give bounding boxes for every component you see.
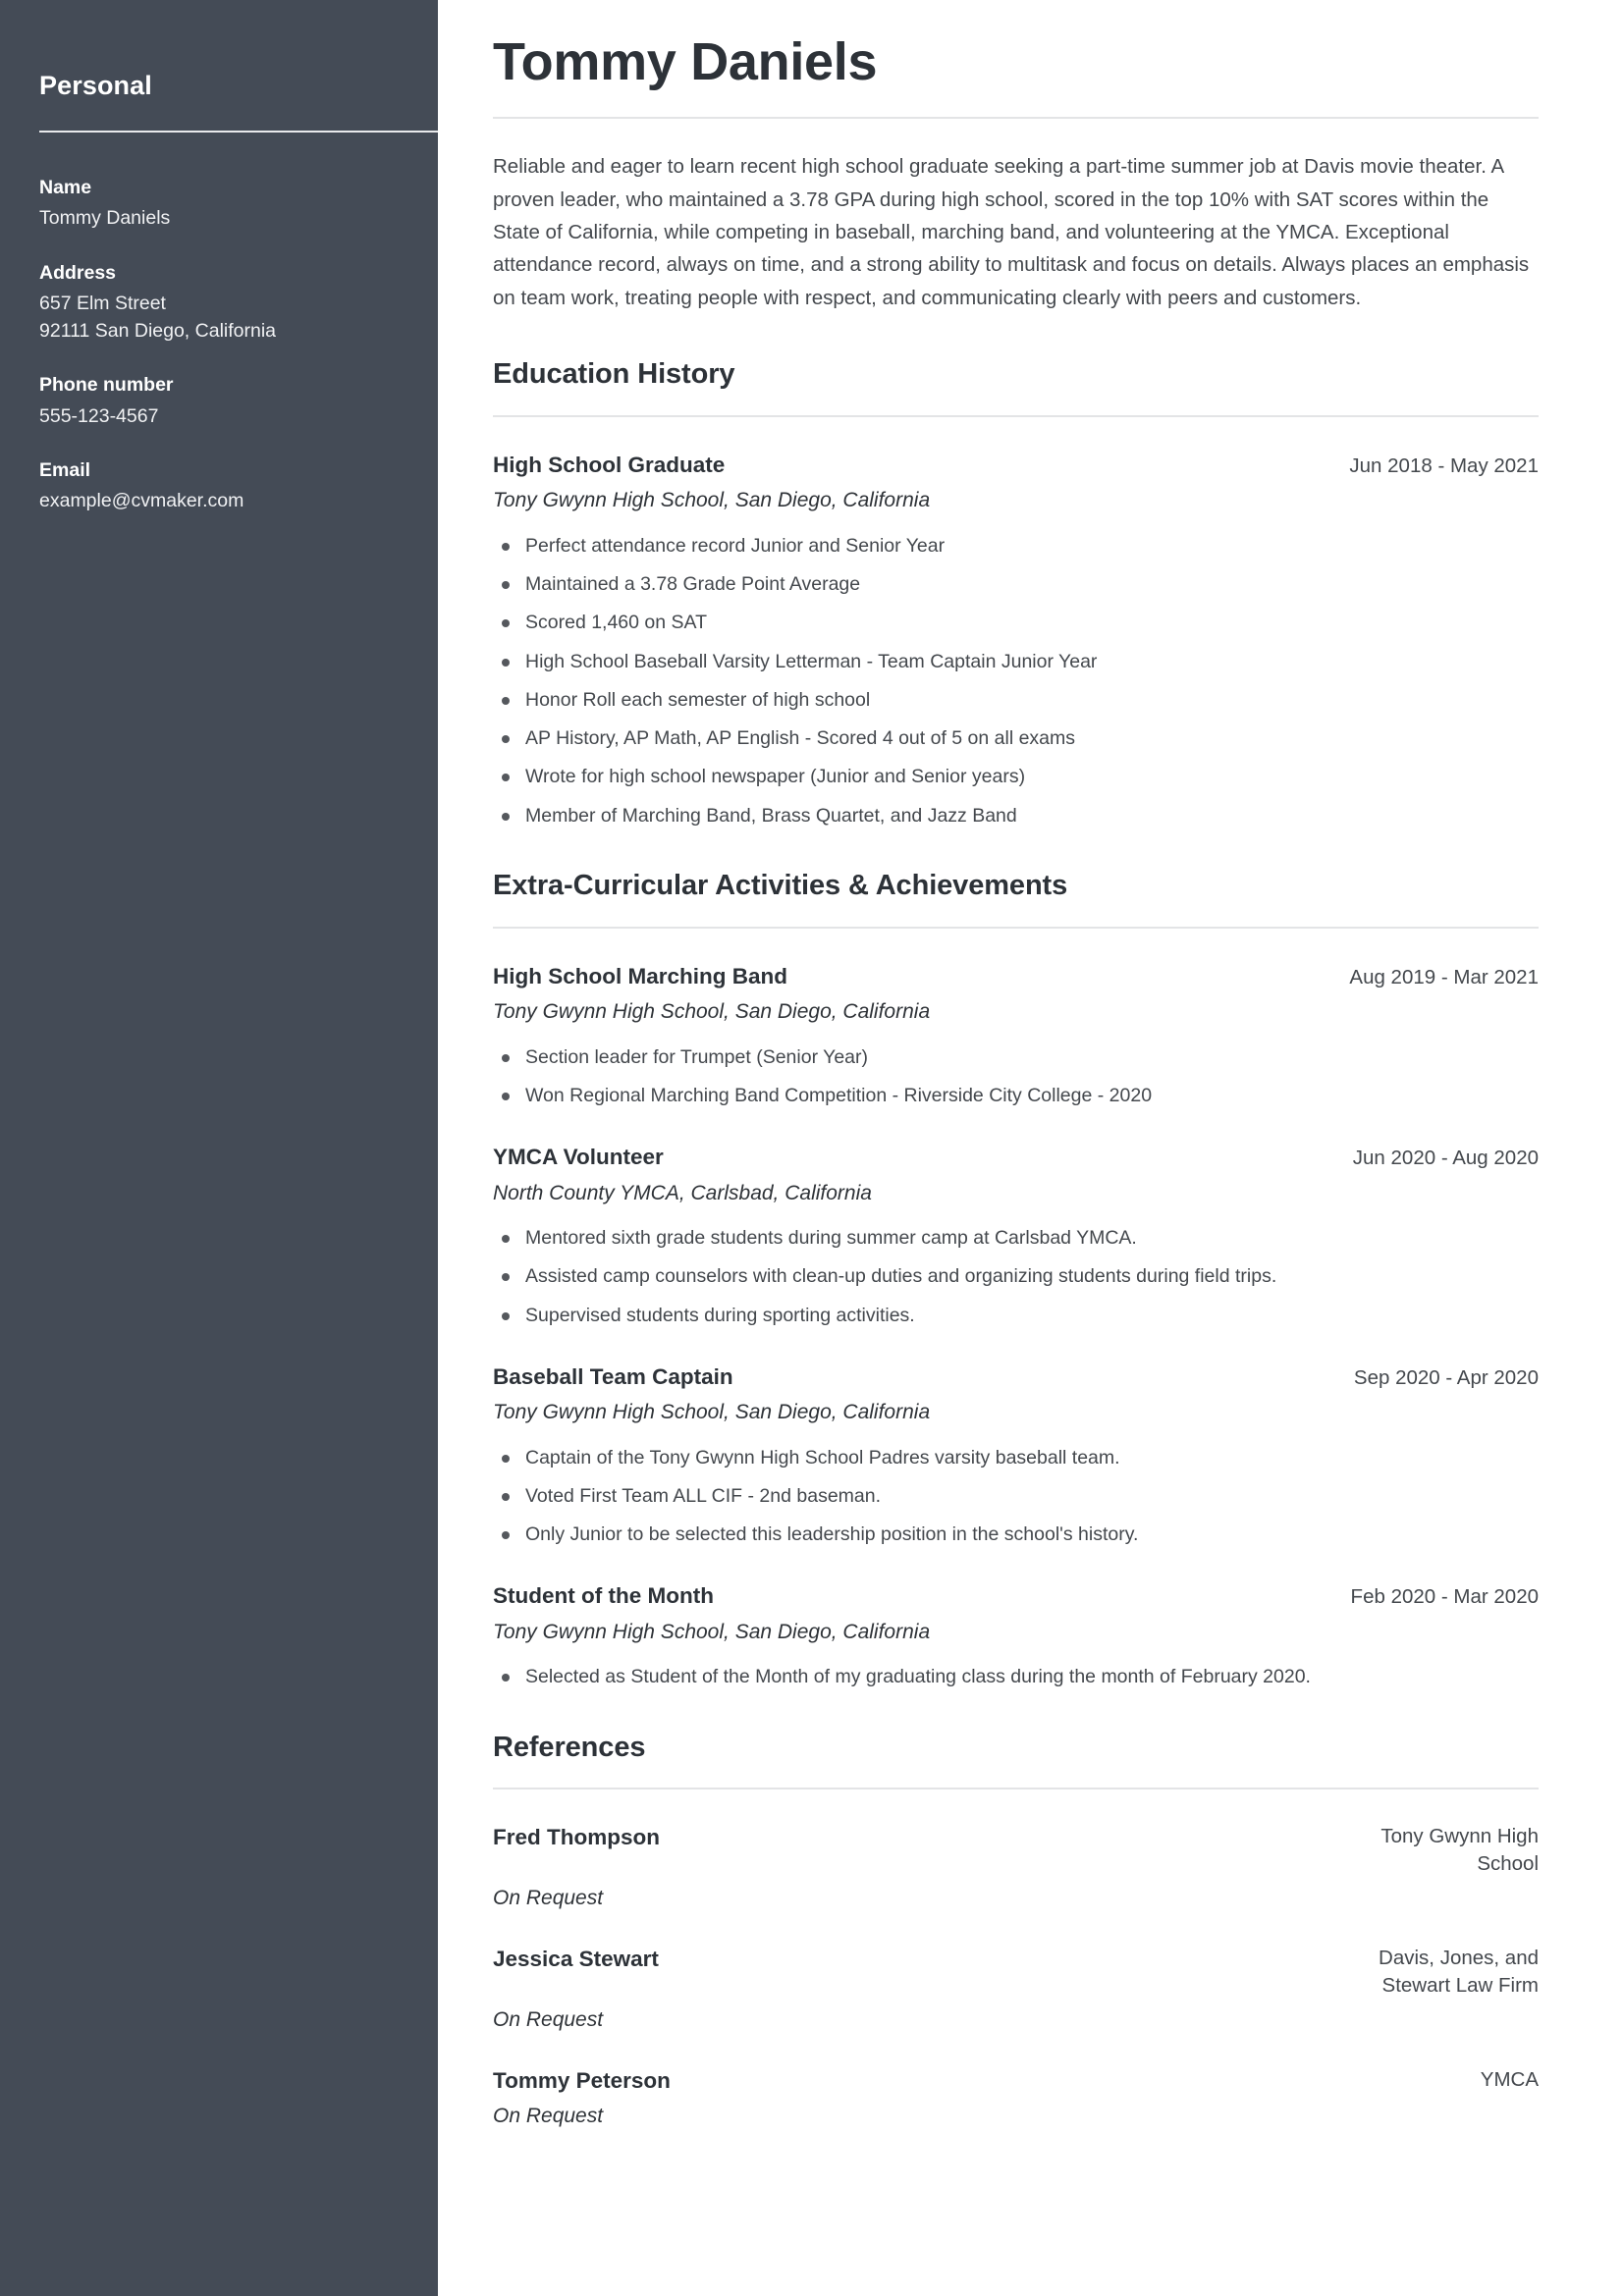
list-item: Honor Roll each semester of high school bbox=[493, 686, 1539, 714]
section-heading: Education History bbox=[493, 358, 735, 391]
resume-entry: High School Graduate Jun 2018 - May 2021 T… bbox=[493, 451, 1539, 829]
reference-organization: YMCA bbox=[1480, 2068, 1539, 2092]
entry-date-range: Jun 2018 - May 2021 bbox=[1349, 454, 1539, 477]
personal-field-label: Email bbox=[39, 458, 91, 481]
entry-subtitle: Tony Gwynn High School, San Diego, Calif… bbox=[493, 1000, 931, 1024]
entry-header: YMCA Volunteer Jun 2020 - Aug 2020 bbox=[493, 1143, 1539, 1172]
reference-list: Fred Thompson Tony Gwynn High School On Re… bbox=[493, 1823, 1539, 2132]
list-item: Won Regional Marching Band Competition -… bbox=[493, 1082, 1539, 1109]
list-item: Voted First Team ALL CIF - 2nd baseman. bbox=[493, 1482, 1539, 1510]
personal-field-value: 555-123-4567 bbox=[39, 404, 159, 427]
section-heading: Extra-Curricular Activities & Achievemen… bbox=[493, 869, 1068, 901]
reference-header: Fred Thompson Tony Gwynn High School bbox=[493, 1823, 1539, 1877]
section-references: References Fred Thompson Tony Gwynn High … bbox=[493, 1731, 1539, 2132]
personal-field-value: Tommy Daniels bbox=[39, 207, 171, 230]
entry-date-range: Jun 2020 - Aug 2020 bbox=[1352, 1147, 1539, 1170]
entry-date-range: Aug 2019 - Mar 2021 bbox=[1349, 965, 1539, 988]
entry-subtitle: Tony Gwynn High School, San Diego, Calif… bbox=[493, 1401, 931, 1424]
reference-status: On Request bbox=[493, 2007, 604, 2031]
entry-subtitle: Tony Gwynn High School, San Diego, Calif… bbox=[493, 489, 931, 512]
resume-sections: Education History High School Graduate Jun… bbox=[493, 357, 1539, 1690]
reference-item: Jessica Stewart Davis, Jones, and Stewart… bbox=[493, 1945, 1539, 2035]
entry-subtitle: Tony Gwynn High School, San Diego, Calif… bbox=[493, 1620, 931, 1643]
entry-bullet-list: Captain of the Tony Gwynn High School Pa… bbox=[493, 1444, 1539, 1549]
reference-header: Tommy Peterson YMCA bbox=[493, 2066, 1539, 2096]
section-divider bbox=[493, 1788, 1539, 1790]
resume-entry: Baseball Team Captain Sep 2020 - Apr 2020… bbox=[493, 1362, 1539, 1549]
entry-bullet-list: Selected as Student of the Month of my g… bbox=[493, 1663, 1539, 1690]
section-divider bbox=[493, 414, 1539, 417]
reference-item: Tommy Peterson YMCA On Request bbox=[493, 2066, 1539, 2132]
entry-title: High School Graduate bbox=[493, 452, 726, 477]
list-item: Supervised students during sporting acti… bbox=[493, 1302, 1539, 1329]
entry-bullet-list: Section leader for Trumpet (Senior Year)… bbox=[493, 1043, 1539, 1110]
entry-title: Baseball Team Captain bbox=[493, 1363, 733, 1389]
list-item: Perfect attendance record Junior and Sen… bbox=[493, 532, 1539, 560]
entry-title: YMCA Volunteer bbox=[493, 1145, 664, 1170]
list-item: Captain of the Tony Gwynn High School Pa… bbox=[493, 1444, 1539, 1471]
entry-title: High School Marching Band bbox=[493, 963, 788, 988]
resume-section: Education History High School Graduate Jun… bbox=[493, 357, 1539, 829]
entry-header: Student of the Month Feb 2020 - Mar 2020 bbox=[493, 1581, 1539, 1611]
list-item: Maintained a 3.78 Grade Point Average bbox=[493, 570, 1539, 598]
reference-organization: Davis, Jones, and Stewart Law Firm bbox=[1379, 1947, 1539, 1997]
header-divider bbox=[493, 117, 1539, 120]
page-title: Tommy Daniels bbox=[493, 32, 878, 91]
entry-header: High School Marching Band Aug 2019 - Mar … bbox=[493, 962, 1539, 991]
resume-entry: YMCA Volunteer Jun 2020 - Aug 2020 North C… bbox=[493, 1143, 1539, 1329]
professional-summary: Reliable and eager to learn recent high … bbox=[493, 155, 1530, 309]
entry-header: High School Graduate Jun 2018 - May 2021 bbox=[493, 451, 1539, 480]
personal-field-label: Name bbox=[39, 177, 92, 198]
resume-entry: High School Marching Band Aug 2019 - Mar … bbox=[493, 962, 1539, 1109]
entry-date-range: Sep 2020 - Apr 2020 bbox=[1353, 1365, 1539, 1389]
list-item: Selected as Student of the Month of my g… bbox=[493, 1663, 1539, 1690]
list-item: Mentored sixth grade students during sum… bbox=[493, 1224, 1539, 1252]
list-item: Section leader for Trumpet (Senior Year) bbox=[493, 1043, 1539, 1071]
reference-status: On Request bbox=[493, 1886, 604, 1909]
personal-field-value: 92111 San Diego, California bbox=[39, 320, 277, 343]
section-divider bbox=[493, 926, 1539, 929]
personal-field-value: example@cvmaker.com bbox=[39, 490, 244, 512]
list-item: High School Baseball Varsity Letterman -… bbox=[493, 648, 1539, 675]
resume-main-content: Tommy Daniels Reliable and eager to lear… bbox=[438, 0, 1623, 2296]
entry-subtitle: North County YMCA, Carlsbad, California bbox=[493, 1181, 872, 1204]
list-item: Assisted camp counselors with clean-up d… bbox=[493, 1262, 1539, 1290]
reference-header: Jessica Stewart Davis, Jones, and Stewart… bbox=[493, 1945, 1539, 1999]
personal-field-list: Name Tommy Daniels Address 657 Elm Street 92… bbox=[39, 174, 399, 514]
sidebar-divider bbox=[39, 131, 438, 133]
personal-field: Phone number 555-123-4567 bbox=[39, 371, 399, 430]
personal-sidebar: Personal Name Tommy Daniels Address 657 Elm… bbox=[0, 0, 438, 2296]
resume-entry: Student of the Month Feb 2020 - Mar 2020 T… bbox=[493, 1581, 1539, 1690]
entry-title: Student of the Month bbox=[493, 1583, 714, 1609]
personal-field-value: 657 Elm Street bbox=[39, 292, 166, 314]
reference-item: Fred Thompson Tony Gwynn High School On Re… bbox=[493, 1823, 1539, 1913]
list-item: Only Junior to be selected this leadersh… bbox=[493, 1521, 1539, 1548]
resume-section: Extra-Curricular Activities & Achievemen… bbox=[493, 869, 1539, 1691]
reference-organization: Tony Gwynn High School bbox=[1380, 1825, 1539, 1876]
personal-field-label: Address bbox=[39, 261, 117, 284]
entry-header: Baseball Team Captain Sep 2020 - Apr 2020 bbox=[493, 1362, 1539, 1392]
entry-bullet-list: Perfect attendance record Junior and Sen… bbox=[493, 532, 1539, 829]
section-heading-references: References bbox=[493, 1731, 646, 1763]
list-item: Member of Marching Band, Brass Quartet, … bbox=[493, 802, 1539, 829]
reference-name: Jessica Stewart bbox=[493, 1947, 659, 1972]
entry-bullet-list: Mentored sixth grade students during sum… bbox=[493, 1224, 1539, 1329]
list-item: AP History, AP Math, AP English - Scored… bbox=[493, 724, 1539, 752]
personal-field: Email example@cvmaker.com bbox=[39, 456, 399, 515]
reference-name: Tommy Peterson bbox=[493, 2068, 671, 2094]
reference-name: Fred Thompson bbox=[493, 1825, 660, 1850]
personal-field: Address 657 Elm Street 92111 San Diego, Ca… bbox=[39, 259, 399, 346]
list-item: Scored 1,460 on SAT bbox=[493, 609, 1539, 636]
resume-document: Personal Name Tommy Daniels Address 657 Elm… bbox=[0, 0, 1623, 2296]
reference-status: On Request bbox=[493, 2105, 604, 2128]
personal-field: Name Tommy Daniels bbox=[39, 174, 399, 233]
entry-date-range: Feb 2020 - Mar 2020 bbox=[1350, 1585, 1539, 1609]
sidebar-section-title: Personal bbox=[39, 71, 152, 100]
personal-field-label: Phone number bbox=[39, 374, 174, 397]
list-item: Wrote for high school newspaper (Junior … bbox=[493, 763, 1539, 790]
